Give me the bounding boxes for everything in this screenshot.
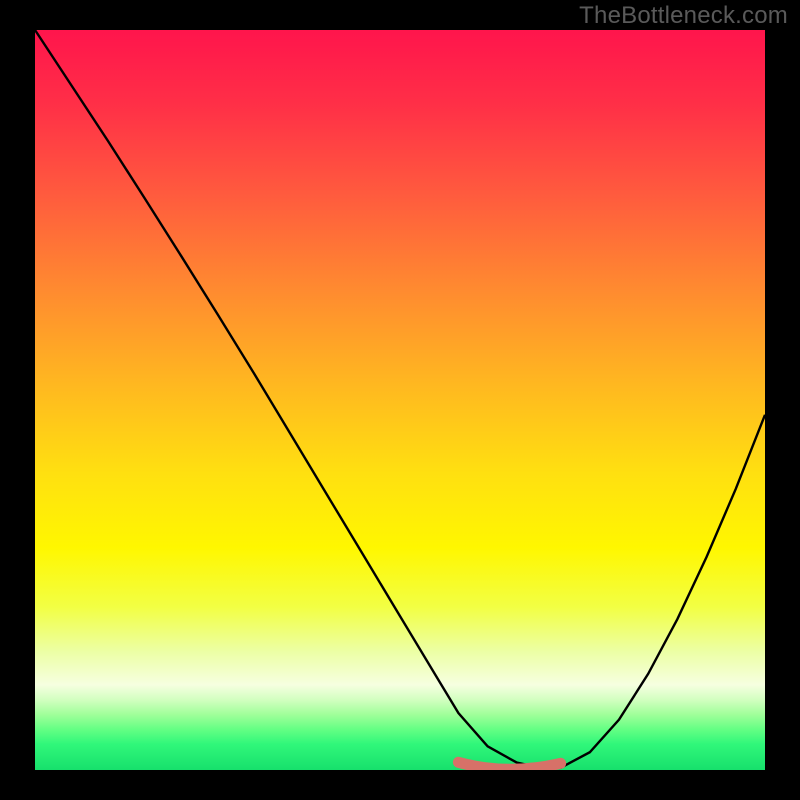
- plot-area: [35, 30, 765, 770]
- bottleneck-chart-svg: [35, 30, 765, 770]
- chart-frame: TheBottleneck.com: [0, 0, 800, 800]
- watermark-text: TheBottleneck.com: [579, 2, 788, 30]
